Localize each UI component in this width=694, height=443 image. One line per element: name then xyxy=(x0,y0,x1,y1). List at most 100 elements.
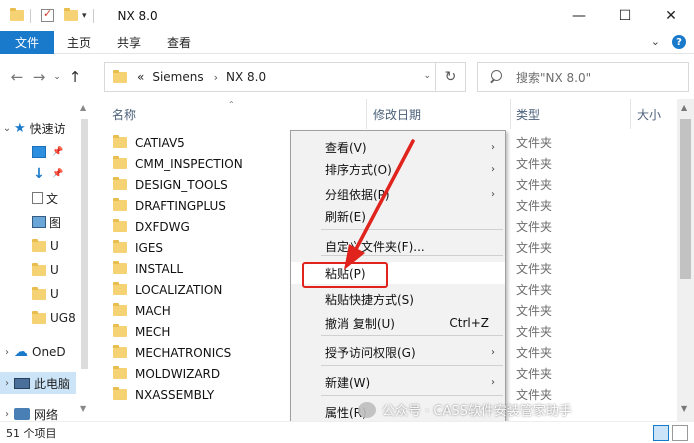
file-row[interactable]: IGES xyxy=(103,237,163,258)
sidebar-item-onedrive[interactable]: › ☁ OneD xyxy=(0,341,66,363)
menu-separator xyxy=(321,229,503,230)
scroll-down-icon[interactable]: ▼ xyxy=(80,404,86,413)
context-menu-item[interactable]: 分组依据(P) › xyxy=(291,183,505,205)
sidebar-item-label: 网络 xyxy=(34,407,59,422)
scrollbar-thumb[interactable] xyxy=(81,119,88,369)
file-list-scrollbar[interactable]: ▲ ▼ xyxy=(677,99,694,421)
sidebar-item-label: U xyxy=(50,239,59,253)
properties-quick-icon[interactable] xyxy=(41,7,54,22)
maximize-button[interactable]: ☐ xyxy=(602,0,648,31)
help-icon[interactable]: ? xyxy=(672,35,686,49)
tab-file[interactable]: 文件 xyxy=(0,30,54,54)
column-header-modified[interactable]: 修改日期 xyxy=(373,99,421,129)
context-menu-item[interactable]: 刷新(E) xyxy=(291,205,505,227)
sidebar-item-this-pc[interactable]: › 此电脑 xyxy=(0,372,76,394)
folder-icon xyxy=(113,324,127,337)
close-button[interactable]: ✕ xyxy=(648,0,694,31)
breadcrumb-siemens[interactable]: Siemens xyxy=(152,70,203,84)
back-icon[interactable]: ← xyxy=(6,68,28,86)
details-view-button[interactable] xyxy=(653,425,669,441)
context-menu-item[interactable]: 自定义文件夹(F)... xyxy=(291,235,505,257)
chevron-right-icon[interactable]: › xyxy=(0,378,14,389)
file-row[interactable]: LOCALIZATION xyxy=(103,279,222,300)
sidebar-item-documents[interactable]: 文 xyxy=(32,187,58,209)
sidebar-item-folder-2[interactable]: U xyxy=(32,259,59,281)
search-input[interactable]: 搜索"NX 8.0" xyxy=(477,62,689,92)
chevron-down-icon[interactable]: ⌄ xyxy=(423,71,431,81)
scroll-down-icon[interactable]: ▼ xyxy=(681,404,687,413)
folder-icon xyxy=(113,387,127,400)
minimize-button[interactable]: — xyxy=(556,0,602,31)
menu-separator xyxy=(321,395,503,396)
context-menu-item[interactable]: 排序方式(O) › xyxy=(291,158,505,180)
file-row[interactable]: MOLDWIZARD xyxy=(103,363,220,384)
file-type: 文件夹 xyxy=(516,157,553,171)
scroll-up-icon[interactable]: ▲ xyxy=(681,103,687,112)
large-icons-view-button[interactable] xyxy=(672,425,688,441)
document-icon xyxy=(32,192,43,204)
tab-share[interactable]: 共享 xyxy=(104,34,154,51)
file-row[interactable]: INSTALL xyxy=(103,258,183,279)
scrollbar-thumb[interactable] xyxy=(680,119,691,279)
sidebar-item-pictures[interactable]: 图 xyxy=(32,211,61,233)
file-type: 文件夹 xyxy=(516,367,553,381)
context-menu-item[interactable]: 撤消 复制(U) Ctrl+Z xyxy=(291,312,505,334)
folder-icon xyxy=(113,177,127,190)
file-row[interactable]: MECH xyxy=(103,321,170,342)
context-menu-item[interactable]: 查看(V) › xyxy=(291,136,505,158)
file-row[interactable]: DRAFTINGPLUS xyxy=(103,195,226,216)
sidebar-item-downloads[interactable]: ↓ 📌 xyxy=(32,163,63,185)
navigation-pane-scrollbar[interactable]: ▲ ▼ xyxy=(76,99,93,421)
column-divider[interactable] xyxy=(510,99,511,129)
folder-icon xyxy=(32,238,46,252)
address-bar[interactable]: « Siemens › NX 8.0 ⌄ ↻ xyxy=(104,62,466,92)
refresh-icon[interactable]: ↻ xyxy=(435,63,465,91)
file-row[interactable]: NXASSEMBLY xyxy=(103,384,214,405)
context-menu-item[interactable]: 新建(W) › xyxy=(291,371,505,393)
title-bar: ▾ NX 8.0 — ☐ ✕ xyxy=(0,0,694,31)
watermark: 公众号 · CASS软件安装管家助手 xyxy=(358,400,572,419)
tab-view[interactable]: 查看 xyxy=(154,34,204,51)
sidebar-item-ug8[interactable]: UG8 xyxy=(32,307,76,329)
context-menu-item[interactable]: 授予访问权限(G) › xyxy=(291,341,505,363)
wechat-logo-icon xyxy=(358,401,376,418)
column-header-size[interactable]: 大小 xyxy=(637,99,661,129)
sidebar-item-folder-3[interactable]: U xyxy=(32,283,59,305)
sidebar-item-folder-1[interactable]: U xyxy=(32,235,59,257)
column-divider[interactable] xyxy=(630,99,631,129)
chevron-right-icon[interactable]: › xyxy=(214,71,218,84)
breadcrumb-overflow[interactable]: « xyxy=(137,70,144,84)
new-folder-quick-icon[interactable] xyxy=(64,8,78,21)
column-header-name[interactable]: 名称 xyxy=(112,99,136,129)
file-row[interactable]: MECHATRONICS xyxy=(103,342,231,363)
file-type: 文件夹 xyxy=(516,199,553,213)
sidebar-item-desktop[interactable]: 📌 xyxy=(32,141,63,163)
expand-ribbon-icon[interactable]: ⌄ xyxy=(651,35,660,49)
forward-icon[interactable]: → xyxy=(28,68,50,86)
file-row[interactable]: DESIGN_TOOLS xyxy=(103,174,228,195)
sidebar-item-quick-access[interactable]: ⌄ ★ 快速访 xyxy=(0,117,66,139)
menu-item-label: 分组依据(P) xyxy=(325,187,390,202)
file-row[interactable]: MACH xyxy=(103,300,171,321)
column-header-type[interactable]: 类型 xyxy=(516,99,540,129)
file-type: 文件夹 xyxy=(516,220,553,234)
chevron-right-icon[interactable]: › xyxy=(0,347,14,358)
recent-locations-icon[interactable]: ⌄ xyxy=(50,72,64,82)
sidebar-item-label: U xyxy=(50,263,59,277)
up-icon[interactable]: ↑ xyxy=(64,68,86,86)
file-row[interactable]: CATIAV5 xyxy=(103,132,185,153)
chevron-down-icon[interactable]: ⌄ xyxy=(0,123,14,134)
chevron-right-icon[interactable]: › xyxy=(0,409,14,420)
menu-item-label: 授予访问权限(G) xyxy=(325,345,416,360)
file-row[interactable]: CMM_INSPECTION xyxy=(103,153,243,174)
picture-icon xyxy=(32,216,46,228)
quick-access-dropdown-icon[interactable]: ▾ xyxy=(82,11,87,21)
scroll-up-icon[interactable]: ▲ xyxy=(80,103,86,112)
star-icon: ★ xyxy=(14,120,26,136)
breadcrumb-nx80[interactable]: NX 8.0 xyxy=(226,70,266,84)
file-row[interactable]: DXFDWG xyxy=(103,216,190,237)
context-menu-item[interactable]: 粘贴快捷方式(S) xyxy=(291,288,505,310)
column-divider[interactable] xyxy=(366,99,367,129)
tab-home[interactable]: 主页 xyxy=(54,34,104,51)
sidebar-item-network[interactable]: › 网络 xyxy=(0,403,59,422)
